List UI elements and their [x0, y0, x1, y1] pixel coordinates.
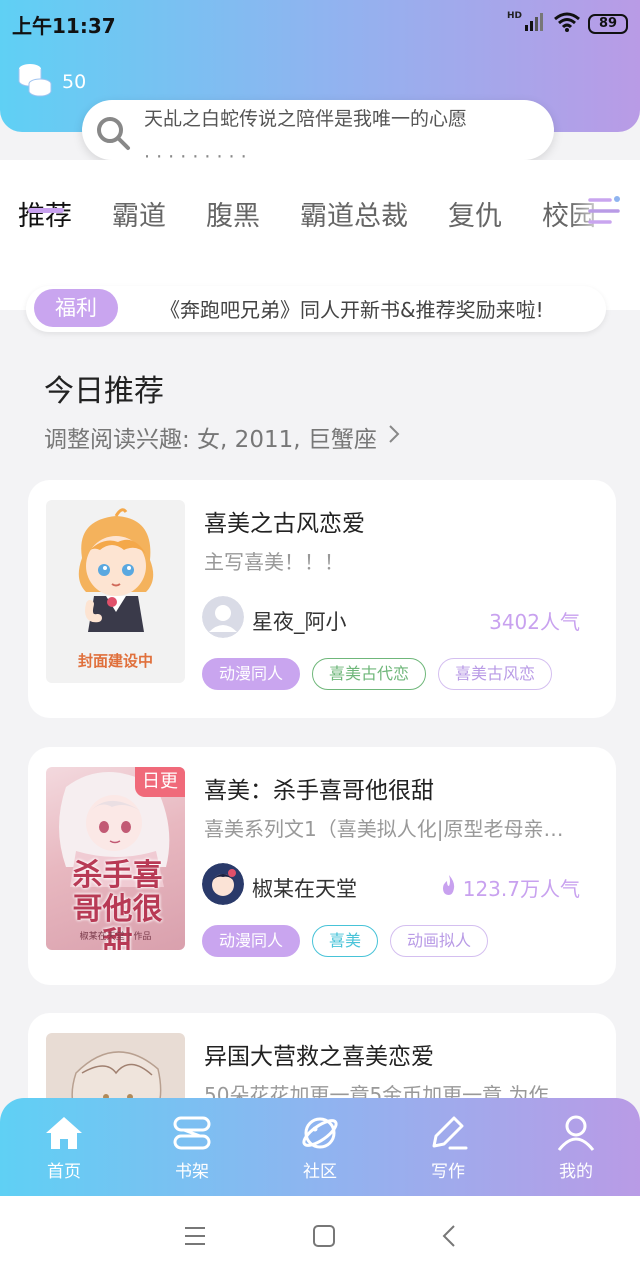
- nav-profile[interactable]: 我的: [526, 1113, 626, 1182]
- tag-list: 动漫同人 喜美 动画拟人: [202, 925, 489, 957]
- welfare-notice[interactable]: 福利 《奔跑吧兄弟》同人开新书&推荐奖励来啦!: [26, 286, 606, 332]
- nav-home-label: 首页: [47, 1161, 81, 1182]
- search-bar[interactable]: 天乩之白蛇传说之陪伴是我唯一的心愿 · · · · · · · · ·: [82, 100, 554, 160]
- cover-author-art: 椒某在天堂 | 作品: [79, 932, 152, 942]
- tag[interactable]: 动漫同人: [202, 658, 301, 690]
- signal-icon: [524, 13, 546, 35]
- author-name: 椒某在天堂: [252, 877, 357, 901]
- planet-icon: [300, 1113, 340, 1153]
- category-tabs: 推荐 霸道 腹黑 霸道总裁 复仇 校园: [18, 194, 636, 233]
- category-area: 推荐 霸道 腹黑 霸道总裁 复仇 校园 福利 《奔跑吧兄弟》同人开新书&推荐奖励…: [0, 160, 640, 332]
- cover-placeholder-label: 封面建设中: [77, 652, 153, 670]
- nav-bookshelf[interactable]: 书架: [142, 1113, 242, 1182]
- coins-icon: [16, 62, 54, 102]
- welfare-badge: 福利: [34, 289, 118, 327]
- tag[interactable]: 喜美古风恋: [438, 658, 553, 690]
- tag[interactable]: 喜美古代恋: [312, 658, 427, 690]
- battery-icon: 89: [588, 14, 628, 34]
- search-icon: [94, 114, 132, 156]
- chevron-right-icon: [387, 423, 401, 451]
- welfare-text: 《奔跑吧兄弟》同人开新书&推荐奖励来啦!: [160, 298, 544, 322]
- coin-balance[interactable]: 50: [16, 62, 86, 102]
- nav-bookshelf-label: 书架: [175, 1161, 209, 1182]
- nav-write-label: 写作: [431, 1161, 465, 1182]
- search-hint-next: · · · · · · · · ·: [144, 146, 247, 160]
- book-title: 喜美：杀手喜哥他很甜: [204, 778, 434, 804]
- category-menu-icon[interactable]: [588, 194, 622, 232]
- wifi-icon: [554, 12, 580, 36]
- popularity-count: 3402人气: [489, 610, 580, 634]
- recent-apps-icon[interactable]: [183, 1225, 207, 1251]
- nav-write[interactable]: 写作: [398, 1113, 498, 1182]
- active-tab-indicator: [28, 208, 64, 213]
- popularity: 123.7万人气: [441, 873, 580, 902]
- daily-update-badge: 日更: [135, 767, 185, 797]
- bottom-navigation: 首页 书架 社区 写作 我的: [0, 1098, 640, 1196]
- book-cover: 封面建设中: [46, 500, 185, 683]
- chibi-character-illustration: [78, 508, 154, 632]
- tag[interactable]: 喜美: [312, 925, 379, 957]
- book-description: 喜美系列文1（喜美拟人化|原型老母亲…: [204, 817, 564, 841]
- author-name: 星夜_阿小: [252, 610, 347, 634]
- status-time: 上午11:37: [12, 13, 116, 38]
- home-button-icon[interactable]: [312, 1224, 336, 1252]
- tab-domineering[interactable]: 霸道: [112, 194, 166, 233]
- avatar: [202, 596, 244, 638]
- bookshelf-icon: [172, 1113, 212, 1153]
- avatar: [202, 863, 244, 905]
- tag[interactable]: 动画拟人: [390, 925, 489, 957]
- search-hint-text: 天乩之白蛇传说之陪伴是我唯一的心愿: [144, 108, 468, 130]
- book-title: 喜美之古风恋爱: [204, 511, 365, 537]
- book-cover: 杀手喜哥他很甜 椒某在天堂 | 作品 日更: [46, 767, 185, 950]
- tab-scheming[interactable]: 腹黑: [206, 194, 260, 233]
- book-card[interactable]: 封面建设中 喜美之古风恋爱 主写喜美！！！ 星夜_阿小 3402人气 动漫同人 …: [28, 480, 616, 718]
- book-description: 主写喜美！！！: [204, 550, 344, 574]
- pen-icon: [428, 1113, 468, 1153]
- home-icon: [44, 1113, 84, 1153]
- nav-community[interactable]: 社区: [270, 1113, 370, 1182]
- system-navigation-bar: [0, 1196, 640, 1280]
- book-title: 异国大营救之喜美恋爱: [204, 1044, 434, 1070]
- network-type-label: HD: [506, 11, 522, 21]
- flame-icon: [441, 874, 457, 901]
- tab-ceo[interactable]: 霸道总裁: [300, 194, 408, 233]
- status-bar: 上午11:37 HD 89: [0, 0, 640, 48]
- tag-list: 动漫同人 喜美古代恋 喜美古风恋: [202, 658, 553, 690]
- tag[interactable]: 动漫同人: [202, 925, 301, 957]
- coin-count: 50: [62, 71, 87, 93]
- popularity-count: 123.7万人气: [462, 877, 580, 901]
- reading-interest-text: 调整阅读兴趣: 女, 2011, 巨蟹座: [44, 427, 377, 453]
- nav-community-label: 社区: [303, 1161, 337, 1182]
- section-title: 今日推荐: [44, 374, 164, 409]
- back-icon[interactable]: [441, 1224, 457, 1252]
- profile-icon: [556, 1113, 596, 1153]
- nav-home[interactable]: 首页: [14, 1113, 114, 1182]
- status-icons: HD 89: [506, 11, 628, 36]
- tab-recommend[interactable]: 推荐: [18, 194, 72, 233]
- book-card[interactable]: 杀手喜哥他很甜 椒某在天堂 | 作品 日更 喜美：杀手喜哥他很甜 喜美系列文1（…: [28, 747, 616, 985]
- tab-revenge[interactable]: 复仇: [448, 194, 502, 233]
- nav-profile-label: 我的: [559, 1161, 593, 1182]
- reading-interest-link[interactable]: 调整阅读兴趣: 女, 2011, 巨蟹座: [44, 420, 401, 454]
